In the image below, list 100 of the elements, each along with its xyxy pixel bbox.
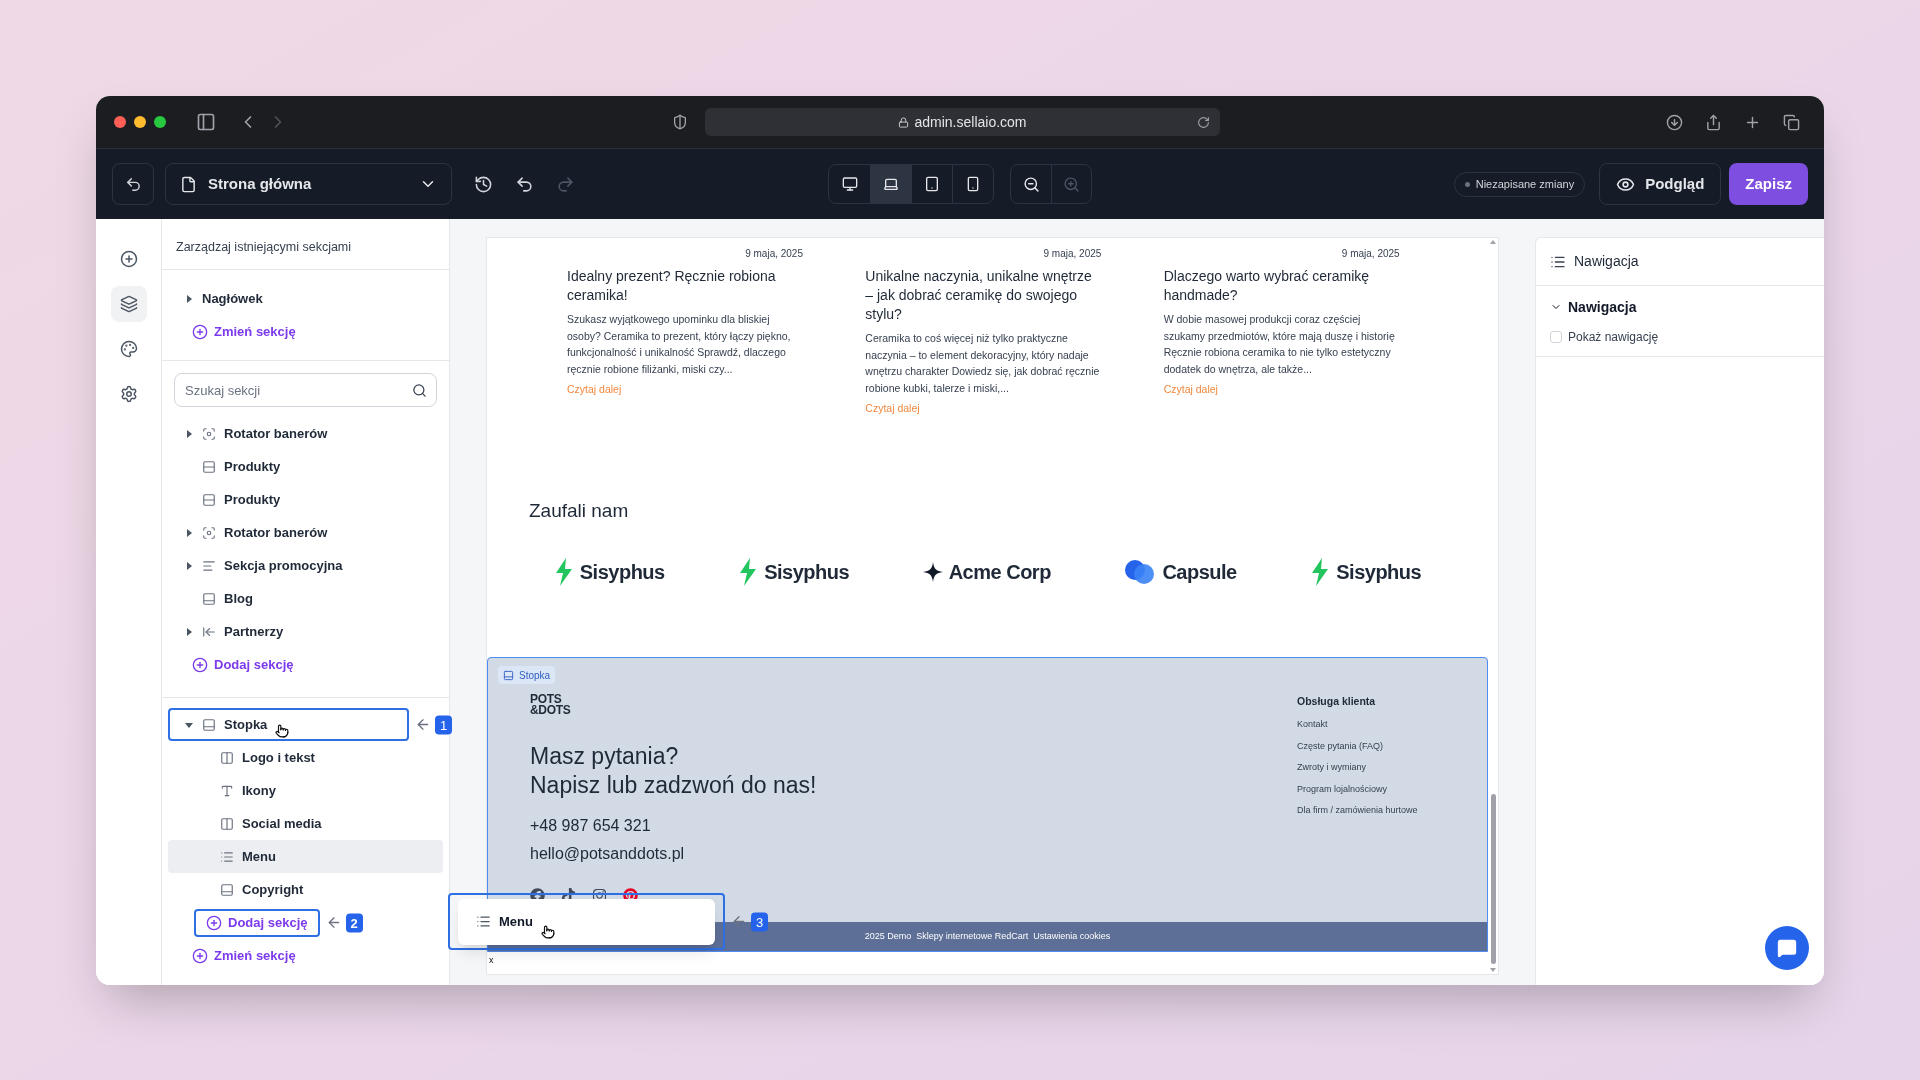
section-icon	[220, 750, 234, 765]
email-address: hello@potsanddots.pl	[530, 844, 686, 865]
section-icon	[220, 816, 234, 831]
post-title[interactable]: Idealny prezent? Ręcznie robiona ceramika!	[567, 267, 803, 305]
bolt-icon	[553, 558, 574, 587]
tabs-icon[interactable]	[1783, 113, 1800, 131]
checkbox-label: Pokaż nawigację	[1568, 329, 1659, 346]
callout-number: 3	[751, 912, 769, 931]
expand-icon[interactable]	[184, 560, 194, 571]
search-icon	[412, 383, 427, 398]
post-excerpt: Ceramika to coś więcej niż tylko praktyczne naczynia – to element dekoracyjny, który nadaje wnętrzu charakter Dowiedz się, jak dobrać ręcznie robione kubki, talerze i miski,...	[865, 331, 1101, 396]
arrow-icon	[415, 716, 431, 733]
section-badge: Stopka	[498, 666, 556, 685]
history-icon[interactable]	[474, 174, 493, 194]
shield-icon[interactable]	[672, 114, 688, 130]
preview-button[interactable]: Podgląd	[1599, 163, 1722, 205]
footer-bottom-link[interactable]: Ustawienia cookies	[1033, 930, 1111, 944]
scroll-up-icon[interactable]	[1490, 240, 1496, 244]
callout-number: 2	[345, 913, 363, 932]
section-icon	[202, 492, 216, 507]
post-date: 9 maja, 2025	[1341, 247, 1400, 261]
partner-logo-name: Capsule	[1162, 560, 1237, 586]
reload-icon[interactable]	[1197, 115, 1210, 129]
add-icon	[119, 250, 138, 268]
page-select[interactable]: Strona główna	[165, 163, 452, 205]
partner-logo-name: Sisyphus	[579, 560, 665, 586]
bolt-icon	[1310, 558, 1331, 587]
back-button[interactable]	[112, 163, 154, 205]
post-title[interactable]: Dlaczego warto wybrać ceramikę handmade?	[1163, 267, 1400, 305]
section-icon	[220, 849, 234, 864]
add-section-link[interactable]: Zmień sekcję	[192, 945, 296, 966]
section-item[interactable]: Menu	[168, 840, 443, 873]
panel-subtitle: Zarządzaj istniejącymi sekcjami	[176, 239, 352, 257]
section-icon	[202, 624, 216, 639]
post-date: 9 maja, 2025	[1043, 247, 1102, 261]
layers-icon	[119, 295, 138, 313]
checkbox[interactable]	[1550, 331, 1562, 343]
footer-link[interactable]: Program lojalnościowy	[1297, 782, 1447, 796]
sparkle-icon	[922, 562, 943, 583]
expand-icon[interactable]	[184, 626, 194, 637]
footer-menu-title: Obsługa klienta	[1297, 694, 1377, 710]
section-icon	[202, 459, 216, 474]
panel-icon	[503, 669, 514, 681]
inspector-title: Nawigacja	[1574, 252, 1639, 271]
plus-circle-icon	[192, 323, 208, 340]
device-button[interactable]	[870, 165, 911, 203]
plus-circle-icon	[206, 914, 222, 931]
bolt-icon	[738, 558, 759, 587]
save-button[interactable]: Zapisz	[1729, 163, 1808, 205]
footer-bottom-link[interactable]: Sklepy internetowe RedCart	[916, 930, 1029, 944]
share-icon[interactable]	[1705, 113, 1722, 131]
footer-link[interactable]: Kontakt	[1297, 718, 1447, 732]
theme-icon	[119, 340, 138, 358]
section-icon	[202, 525, 216, 540]
back-arrow-icon	[124, 175, 142, 193]
section-toggle[interactable]: Nawigacja	[1536, 286, 1651, 328]
undo-icon[interactable]	[515, 174, 534, 194]
post-title[interactable]: Unikalne naczynia, unikalne wnętrze – jak dobrać ceramikę do swojego stylu?	[865, 267, 1102, 324]
section-icon	[220, 882, 234, 897]
tablet-icon	[924, 176, 940, 192]
sidebar-toggle-icon[interactable]	[196, 112, 216, 132]
brand-logo: POTS &DOTS	[530, 694, 572, 717]
list-icon	[476, 914, 491, 929]
add-section-link[interactable]: Dodaj sekcję	[192, 654, 294, 675]
section-title: Zaufali nam	[529, 498, 630, 523]
zoom-out-icon	[1022, 175, 1040, 193]
settings-icon	[119, 385, 138, 403]
search-field[interactable]: Szukaj sekcji	[174, 373, 437, 407]
page-icon	[180, 175, 197, 193]
zoom-in-icon	[1063, 175, 1080, 193]
add-section-link[interactable]: Zmień sekcję	[192, 321, 296, 342]
drag-preview-tooltip[interactable]: Menu	[458, 898, 715, 945]
download-icon[interactable]	[1666, 113, 1683, 131]
footer-link[interactable]: Częste pytania (FAQ)	[1297, 739, 1447, 753]
scrollbar[interactable]	[1488, 238, 1498, 974]
phone-icon	[965, 176, 981, 192]
section-icon	[202, 591, 216, 606]
expand-icon[interactable]	[184, 428, 194, 439]
section-icon	[202, 558, 216, 573]
hand-cursor-icon	[275, 723, 290, 738]
hand-cursor-icon	[540, 924, 555, 939]
plus-circle-icon	[192, 656, 208, 673]
circles-icon	[1124, 559, 1157, 586]
chat-icon	[1777, 938, 1797, 958]
expand-icon[interactable]	[184, 527, 194, 538]
stray-text: x	[489, 954, 495, 968]
footer-heading: Masz pytania? Napisz lub zadzwoń do nas!	[530, 742, 818, 801]
rail-button[interactable]	[110, 286, 147, 322]
partner-logo-name: Sisyphus	[1336, 560, 1422, 586]
footer-section[interactable]	[487, 657, 1488, 953]
footer-link[interactable]: Zwroty i wymiany	[1297, 761, 1447, 775]
post-excerpt: W dobie masowej produkcji coraz częściej szukamy przedmiotów, które mają duszę i historię Ręcznie robiona ceramika to nie tylko estetyczny dodatek do wnętrza, ale także...	[1163, 312, 1396, 377]
chat-button[interactable]	[1765, 926, 1809, 970]
footer-link[interactable]: Dla firm / zamówienia hurtowe	[1297, 804, 1447, 818]
address-bar[interactable]: admin.sellaio.com	[705, 108, 1220, 136]
footer-bottom-link[interactable]: 2025 Demo	[864, 930, 912, 944]
scroll-down-icon[interactable]	[1490, 968, 1496, 972]
section-icon	[202, 717, 216, 732]
partner-logo-name: Acme Corp	[948, 560, 1051, 586]
expand-icon[interactable]	[184, 293, 194, 304]
